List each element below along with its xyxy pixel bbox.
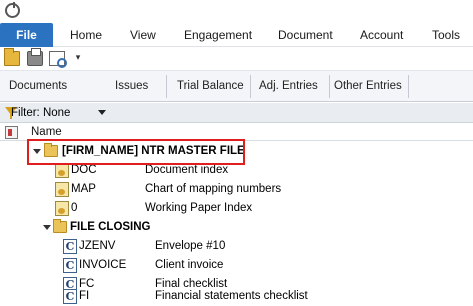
tab-separator: [250, 75, 251, 98]
tab-trial-balance[interactable]: Trial Balance: [177, 71, 244, 102]
filter-dropdown-arrow[interactable]: [98, 110, 106, 115]
highlight-annotation-box: [27, 139, 245, 165]
c-document-icon: C: [63, 239, 77, 254]
tab-separator: [329, 75, 330, 98]
document-code: JZENV: [79, 240, 116, 252]
tab-separator: [166, 75, 167, 98]
document-icon: [55, 182, 69, 197]
document-description: Client invoice: [155, 259, 224, 271]
document-code: FI: [79, 290, 90, 302]
tab-adj-entries[interactable]: Adj. Entries: [259, 71, 318, 102]
tree-item[interactable]: C INVOICE Client invoice: [0, 256, 473, 275]
tab-separator: [408, 75, 409, 98]
c-document-icon: C: [63, 258, 77, 273]
tab-documents[interactable]: Documents: [9, 71, 67, 102]
document-icon: [55, 201, 69, 216]
expand-collapse-icon[interactable]: [43, 225, 51, 230]
title-bar: [0, 0, 473, 22]
document-description: Working Paper Index: [145, 202, 253, 214]
tree-item[interactable]: MAP Chart of mapping numbers: [0, 180, 473, 199]
document-description: Financial statements checklist: [155, 290, 308, 302]
open-icon[interactable]: [4, 48, 20, 66]
document-tabs: Documents Issues Trial Balance Adj. Entr…: [0, 70, 473, 102]
menu-home[interactable]: Home: [70, 23, 102, 47]
document-icon: [55, 163, 69, 178]
menu-bar: File Home View Engagement Document Accou…: [0, 23, 473, 47]
print-preview-icon[interactable]: [49, 51, 67, 68]
tab-issues[interactable]: Issues: [115, 71, 148, 102]
tree-item[interactable]: C JZENV Envelope #10: [0, 237, 473, 256]
menu-view[interactable]: View: [130, 23, 156, 47]
document-description: Chart of mapping numbers: [145, 183, 282, 195]
tree-item[interactable]: 0 Working Paper Index: [0, 199, 473, 218]
menu-account[interactable]: Account: [360, 23, 403, 47]
menu-engagement[interactable]: Engagement: [184, 23, 252, 47]
document-code: 0: [71, 202, 78, 214]
column-options-icon[interactable]: [5, 126, 18, 139]
menu-tools[interactable]: Tools: [432, 23, 460, 47]
tree-folder-file-closing[interactable]: FILE CLOSING: [0, 218, 473, 237]
document-code: INVOICE: [79, 259, 127, 271]
folder-label: FILE CLOSING: [70, 221, 151, 233]
tree-item[interactable]: C FI Financial statements checklist: [0, 287, 473, 306]
menu-document[interactable]: Document: [278, 23, 333, 47]
tab-other-entries[interactable]: Other Entries: [334, 71, 402, 102]
quick-access-toolbar: ▾: [0, 48, 473, 69]
filter-label[interactable]: Filter: None: [11, 103, 70, 123]
document-description: Envelope #10: [155, 240, 226, 252]
document-code: MAP: [71, 183, 96, 195]
customize-toolbar-dropdown[interactable]: ▾: [73, 50, 83, 65]
print-icon[interactable]: [27, 48, 43, 66]
document-tree: [FIRM_NAME] NTR MASTER FILE DOC Document…: [0, 142, 473, 306]
filter-bar: Filter: None: [0, 103, 473, 123]
c-document-icon: C: [63, 289, 77, 304]
menu-file[interactable]: File: [0, 23, 53, 47]
folder-icon: [53, 219, 67, 233]
app-power-icon[interactable]: [5, 2, 20, 18]
